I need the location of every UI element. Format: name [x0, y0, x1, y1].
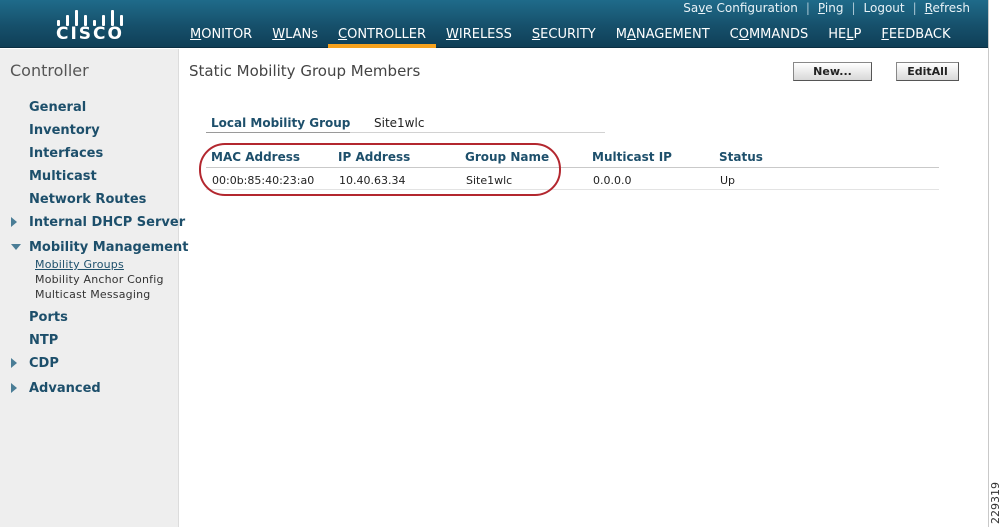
- sidebar-subitem-mobility-groups[interactable]: Mobility Groups: [35, 258, 124, 271]
- sidebar-item-advanced[interactable]: Advanced: [29, 381, 101, 396]
- nav-wlans[interactable]: WLANs: [262, 26, 328, 48]
- local-mobility-group-value: Site1wlc: [374, 116, 425, 130]
- cell-multicast-ip: 0.0.0.0: [593, 174, 632, 187]
- local-mobility-group-label: Local Mobility Group: [211, 116, 351, 130]
- nav-management[interactable]: MANAGEMENT: [606, 26, 720, 48]
- divider: [350, 132, 605, 133]
- sidebar-item-ports[interactable]: Ports: [29, 310, 68, 325]
- main-nav: MONITOR WLANs CONTROLLER WIRELESS SECURI…: [180, 26, 960, 48]
- cell-status: Up: [720, 174, 736, 187]
- sidebar-subitem-multicast-messaging[interactable]: Multicast Messaging: [35, 288, 150, 301]
- cisco-logo: CISCO: [48, 4, 132, 44]
- sidebar-item-multicast[interactable]: Multicast: [29, 169, 97, 184]
- sidebar-item-internal-dhcp-server[interactable]: Internal DHCP Server: [29, 215, 185, 230]
- sidebar-item-inventory[interactable]: Inventory: [29, 123, 100, 138]
- nav-monitor[interactable]: MONITOR: [180, 26, 262, 48]
- utility-links: Save Configuration | Ping | Logout | Ref…: [677, 0, 976, 16]
- top-banner: CISCO Save Configuration | Ping | Logout…: [0, 0, 988, 48]
- callout-highlight-ellipse: [199, 143, 561, 196]
- sidebar-subitem-mobility-anchor-config[interactable]: Mobility Anchor Config: [35, 273, 164, 286]
- collapse-caret-icon[interactable]: [11, 244, 21, 250]
- expand-caret-icon[interactable]: [11, 217, 17, 227]
- link-separator: |: [912, 1, 917, 15]
- nav-controller[interactable]: CONTROLLER: [328, 26, 436, 48]
- sidebar: Controller General Inventory Interfaces …: [0, 49, 188, 527]
- logo-wordmark: CISCO: [56, 24, 124, 44]
- divider: [206, 132, 350, 133]
- figure-number: 229319: [989, 482, 1002, 524]
- column-header-status: Status: [719, 150, 763, 164]
- sidebar-item-ntp[interactable]: NTP: [29, 333, 58, 348]
- nav-security[interactable]: SECURITY: [522, 26, 606, 48]
- save-configuration-link[interactable]: Save Configuration: [677, 1, 804, 15]
- new-button[interactable]: New...: [793, 62, 872, 81]
- link-separator: |: [851, 1, 856, 15]
- cisco-bridge-icon: [57, 4, 123, 26]
- logout-link[interactable]: Logout: [858, 1, 911, 15]
- right-edge-strip: [988, 0, 1006, 527]
- refresh-link[interactable]: Refresh: [919, 1, 976, 15]
- sidebar-item-mobility-management[interactable]: Mobility Management: [29, 240, 188, 255]
- sidebar-item-network-routes[interactable]: Network Routes: [29, 192, 146, 207]
- sidebar-title: Controller: [10, 61, 89, 80]
- nav-help[interactable]: HELP: [818, 26, 871, 48]
- column-header-multicast-ip: Multicast IP: [592, 150, 672, 164]
- sidebar-item-general[interactable]: General: [29, 100, 86, 115]
- expand-caret-icon[interactable]: [11, 383, 17, 393]
- expand-caret-icon[interactable]: [11, 358, 17, 368]
- nav-wireless[interactable]: WIRELESS: [436, 26, 522, 48]
- sidebar-item-cdp[interactable]: CDP: [29, 356, 59, 371]
- ping-link[interactable]: Ping: [812, 1, 850, 15]
- edit-all-button[interactable]: EditAll: [896, 62, 959, 81]
- sidebar-item-interfaces[interactable]: Interfaces: [29, 146, 103, 161]
- page-title: Static Mobility Group Members: [189, 62, 421, 80]
- link-separator: |: [805, 1, 810, 15]
- nav-commands[interactable]: COMMANDS: [720, 26, 819, 48]
- nav-feedback[interactable]: FEEDBACK: [871, 26, 960, 48]
